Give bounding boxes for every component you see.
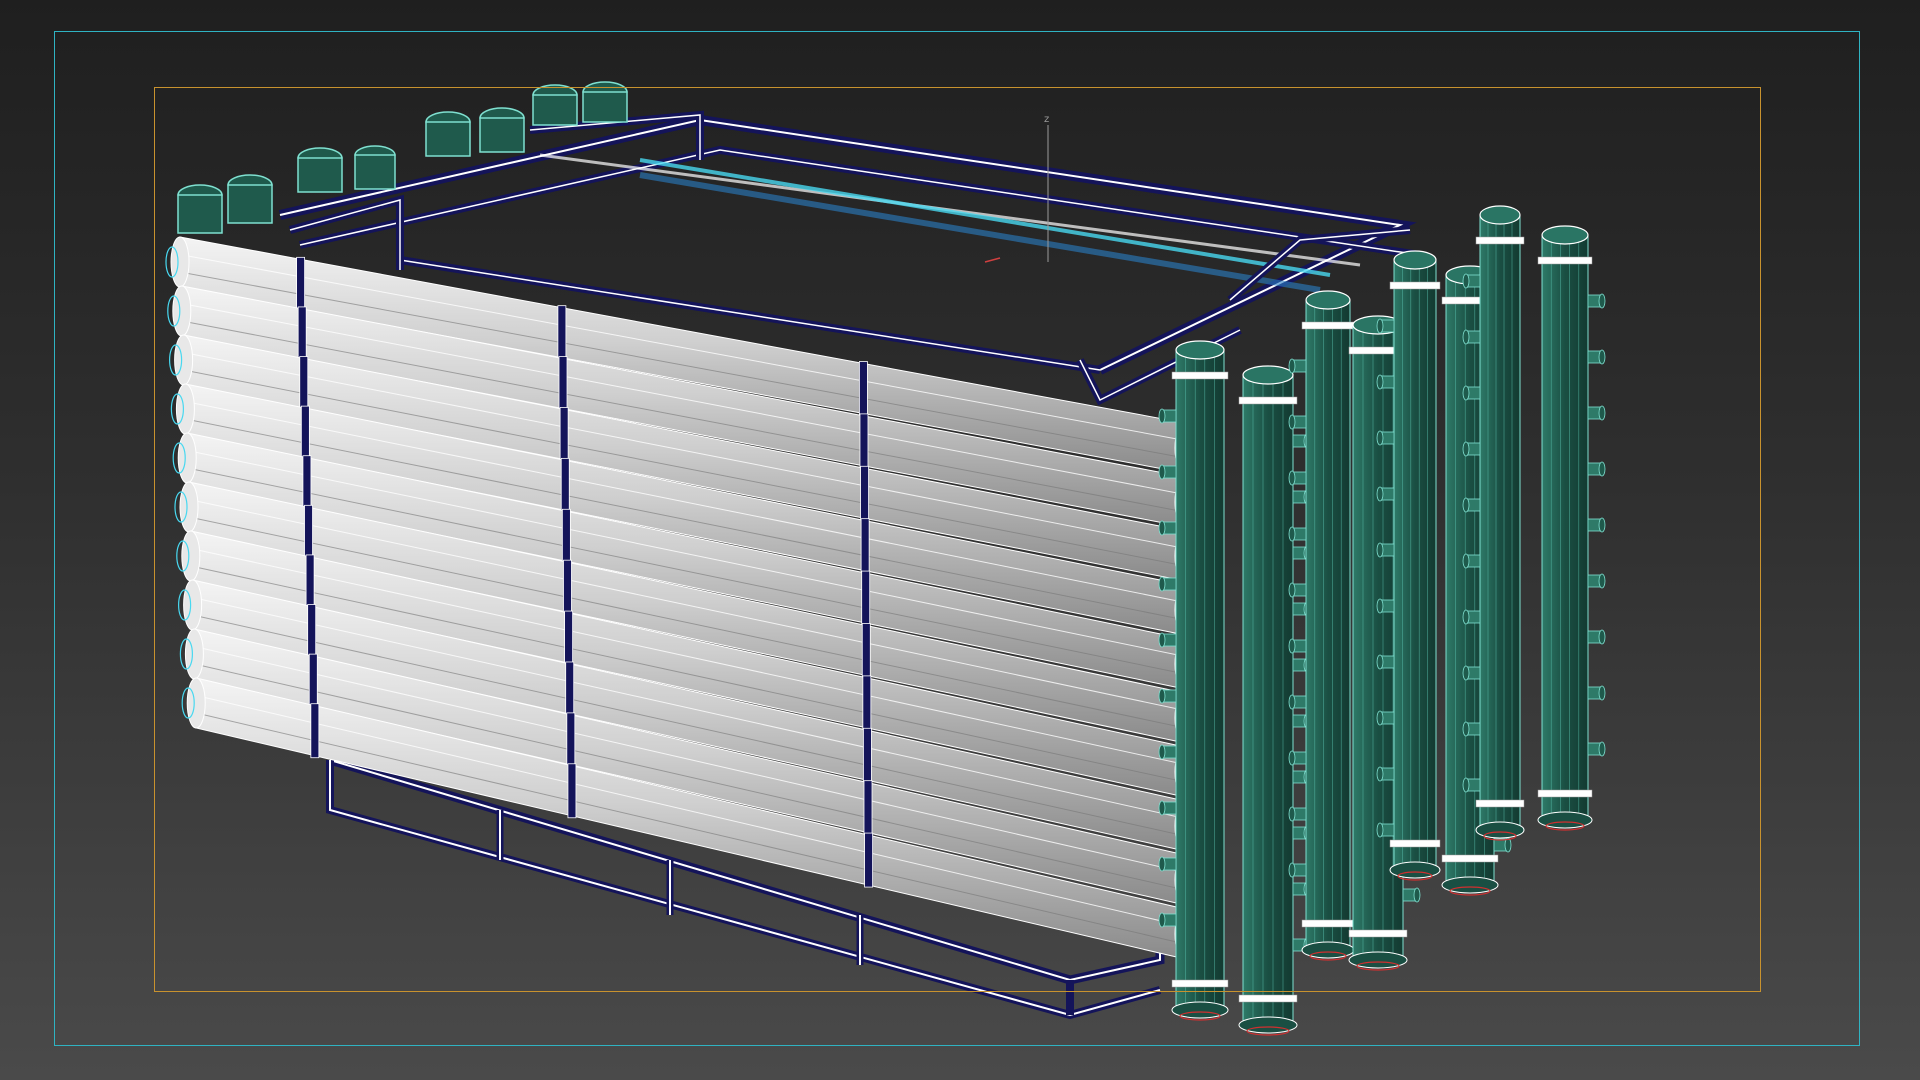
vertical-vessel[interactable]	[1537, 225, 1606, 831]
3d-viewport[interactable]: z	[0, 0, 1920, 1080]
vertical-vessel-bank[interactable]	[1158, 205, 1606, 1036]
z-axis-label: z	[1044, 114, 1049, 125]
model-scene[interactable]: z	[0, 0, 1920, 1080]
vertical-vessel[interactable]	[1288, 290, 1355, 961]
membrane-pipe-bank[interactable]	[165, 236, 1196, 960]
